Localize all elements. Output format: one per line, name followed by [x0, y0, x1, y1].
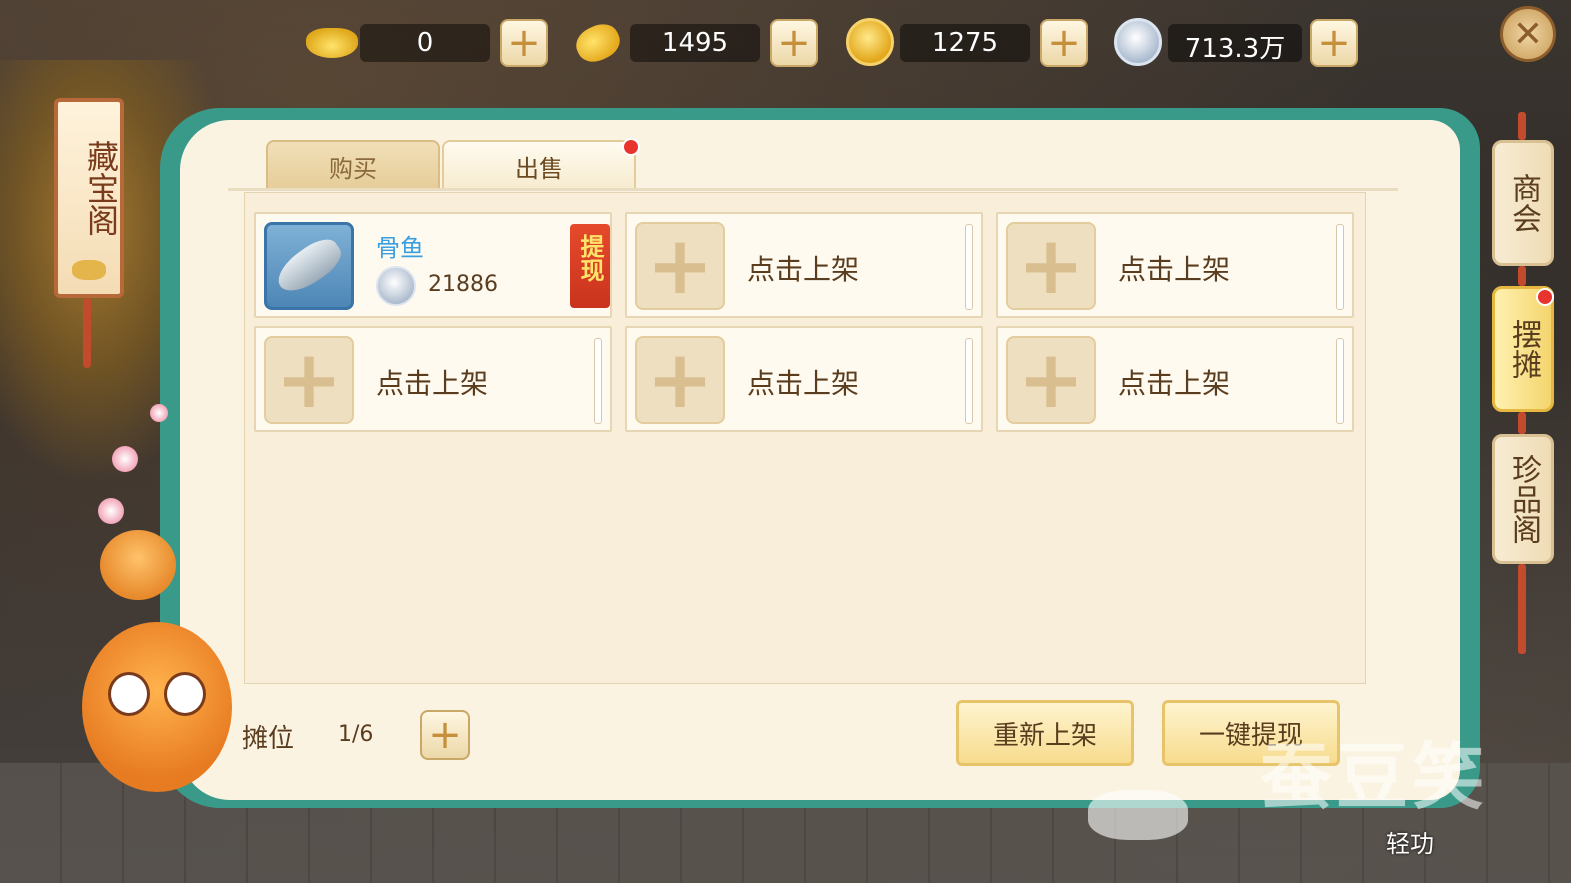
- nav-label: 商会: [1506, 173, 1541, 233]
- mascot-eye: [164, 672, 206, 716]
- tab-buy[interactable]: 购买: [266, 140, 440, 190]
- slot-label: 点击上架: [1118, 367, 1231, 400]
- slot-scrollbar: [965, 224, 973, 310]
- slot-scrollbar: [594, 338, 602, 424]
- watermark-logo: [1088, 790, 1188, 840]
- ingot-icon: [72, 260, 106, 280]
- item-icon-frame[interactable]: [264, 222, 354, 310]
- nav-label: 摆摊: [1506, 319, 1541, 379]
- gold-ingot-icon: [306, 28, 358, 58]
- slot-scrollbar: [1336, 224, 1344, 310]
- blossom-decoration: [112, 446, 138, 472]
- blossom-decoration: [150, 404, 168, 422]
- silver-coin-icon: [1114, 18, 1162, 66]
- plus-icon: +: [1017, 219, 1085, 312]
- withdraw-tag-button[interactable]: 提现: [570, 224, 610, 308]
- add-item-box[interactable]: +: [264, 336, 354, 424]
- gold-ingot-value: 0: [416, 28, 434, 58]
- slot-scrollbar: [1336, 338, 1344, 424]
- fish-icon: [270, 231, 348, 301]
- plus-icon: +: [1017, 333, 1085, 426]
- slot-scrollbar: [965, 338, 973, 424]
- blossom-decoration: [98, 498, 124, 524]
- tab-sell[interactable]: 出售: [442, 140, 636, 190]
- add-gold-ingot-button[interactable]: +: [500, 19, 548, 67]
- sell-notification-dot: [622, 138, 640, 156]
- stall-slot-empty[interactable]: + 点击上架: [254, 326, 612, 432]
- add-item-box[interactable]: +: [635, 222, 725, 310]
- title-banner: 藏宝阁: [54, 98, 124, 298]
- nav-label: 珍品阁: [1506, 454, 1541, 544]
- gold-coin-icon: [846, 18, 894, 66]
- slot-label: 点击上架: [1118, 253, 1231, 286]
- gold-nugget-value: 1495: [661, 28, 729, 58]
- relist-button[interactable]: 重新上架: [956, 700, 1134, 766]
- nav-treasure-pavilion[interactable]: 珍品阁: [1492, 434, 1554, 564]
- tab-divider: [228, 188, 1398, 191]
- plus-icon: +: [646, 219, 714, 312]
- slot-label: 点击上架: [747, 253, 860, 286]
- tassel-decoration: [83, 298, 91, 368]
- small-bird-mascot: [100, 530, 176, 600]
- nav-hanger: [1518, 412, 1526, 434]
- add-stall-button[interactable]: +: [420, 710, 470, 760]
- nav-hanger: [1518, 266, 1526, 286]
- stall-slot-item[interactable]: 骨鱼 21886 提现: [254, 212, 612, 318]
- nav-hanger: [1518, 112, 1526, 140]
- close-button[interactable]: ✕: [1500, 6, 1556, 62]
- silver-coin-value: 713.3万: [1184, 34, 1286, 64]
- plus-icon: +: [646, 333, 714, 426]
- stall-label: 摊位: [242, 724, 295, 754]
- stall-count: 1/6: [338, 722, 374, 747]
- plus-icon: +: [275, 333, 343, 426]
- stall-slot-empty[interactable]: + 点击上架: [996, 326, 1354, 432]
- stall-slot-empty[interactable]: + 点击上架: [625, 326, 983, 432]
- slot-label: 点击上架: [747, 367, 860, 400]
- gold-coin-value: 1275: [931, 28, 999, 58]
- qinggong-skill-button[interactable]: 轻功: [1386, 824, 1434, 859]
- mascot-eye: [108, 672, 150, 716]
- item-price: 21886: [428, 272, 498, 297]
- gold-nugget-icon: [570, 18, 626, 68]
- add-gold-coin-button[interactable]: +: [1040, 19, 1088, 67]
- item-name: 骨鱼: [376, 234, 424, 262]
- silver-coin-icon: [376, 266, 416, 306]
- stall-slot-empty[interactable]: + 点击上架: [996, 212, 1354, 318]
- withdraw-tag-label: 提现: [576, 234, 604, 282]
- add-item-box[interactable]: +: [1006, 336, 1096, 424]
- add-item-box[interactable]: +: [1006, 222, 1096, 310]
- add-item-box[interactable]: +: [635, 336, 725, 424]
- stall-slot-empty[interactable]: + 点击上架: [625, 212, 983, 318]
- add-silver-coin-button[interactable]: +: [1310, 19, 1358, 67]
- nav-tassel: [1518, 564, 1526, 654]
- bird-mascot: [82, 622, 232, 792]
- nav-chamber-of-commerce[interactable]: 商会: [1492, 140, 1554, 266]
- slot-label: 点击上架: [376, 367, 489, 400]
- add-gold-nugget-button[interactable]: +: [770, 19, 818, 67]
- stall-notification-dot: [1536, 288, 1554, 306]
- watermark-text: 蚕豆笑: [1260, 735, 1489, 819]
- page-title: 藏宝阁: [82, 140, 120, 236]
